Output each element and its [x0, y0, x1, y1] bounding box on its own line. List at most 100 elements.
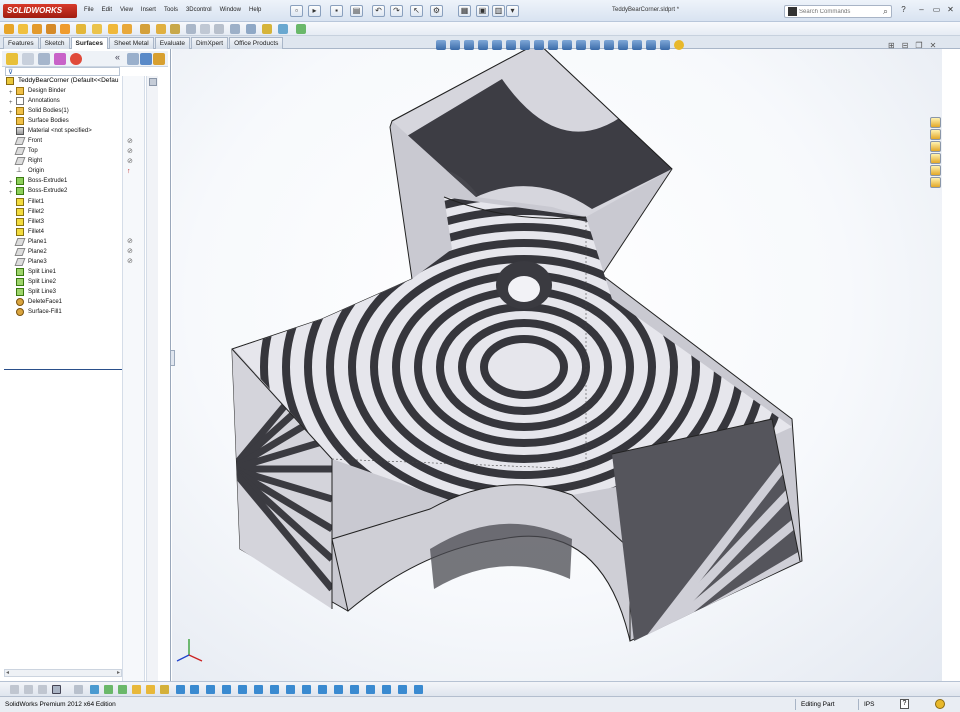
- open-button[interactable]: ▸: [308, 5, 321, 17]
- lighting-icon[interactable]: [632, 40, 642, 50]
- tree-item-fillet3[interactable]: Fillet3: [4, 217, 122, 227]
- thicken-icon[interactable]: [262, 24, 272, 34]
- zebra-stripes-icon[interactable]: [576, 40, 586, 50]
- feature-filter-field[interactable]: ⊽: [5, 67, 120, 76]
- tree-item-boss-extrude2[interactable]: + Boss-Extrude2: [4, 186, 122, 196]
- hidden-icon[interactable]: ⊘: [127, 158, 135, 166]
- menu-3dcontrol[interactable]: 3Dcontrol: [182, 5, 216, 18]
- tree-item-plane2[interactable]: Plane2: [4, 247, 122, 257]
- boundary-icon[interactable]: [60, 24, 70, 34]
- display-manager-tab[interactable]: [70, 53, 82, 65]
- tree-item-fillet1[interactable]: Fillet1: [4, 197, 122, 207]
- zebra-stripe-model[interactable]: [172, 49, 942, 681]
- select-button[interactable]: ↖: [410, 5, 423, 17]
- solidworks-resources-icon[interactable]: [930, 117, 941, 128]
- previous-view-icon[interactable]: [464, 40, 474, 50]
- selection-filter-axis-icon[interactable]: [160, 685, 169, 694]
- view-orientation-icon[interactable]: [492, 40, 502, 50]
- tree-item-top-plane[interactable]: Top: [4, 146, 122, 156]
- tab-sheet-metal[interactable]: Sheet Metal: [109, 37, 154, 49]
- selection-filter-dimension-icon[interactable]: [206, 685, 215, 694]
- hidden-icon[interactable]: ⊘: [127, 248, 135, 256]
- selection-filter-surface-icon[interactable]: [132, 685, 141, 694]
- ruled-surface-icon[interactable]: [122, 24, 132, 34]
- tree-root-part[interactable]: TeddyBearCorner (Default<<Defau: [4, 76, 122, 86]
- rebuild-button[interactable]: ⚙: [430, 5, 443, 17]
- realview-icon[interactable]: [646, 40, 656, 50]
- menu-help[interactable]: Help: [245, 5, 265, 18]
- file-properties-button[interactable]: ▦: [458, 5, 471, 17]
- hidden-icon[interactable]: ⊘: [127, 258, 135, 266]
- section-view-icon[interactable]: [478, 40, 488, 50]
- tab-evaluate[interactable]: Evaluate: [154, 37, 190, 49]
- hide-show-items-icon[interactable]: [520, 40, 530, 50]
- menu-file[interactable]: File: [80, 5, 98, 18]
- feature-tree-tab[interactable]: [6, 53, 18, 65]
- tree-item-surface-bodies[interactable]: Surface Bodies: [4, 116, 122, 126]
- measure-icon[interactable]: [38, 685, 47, 694]
- reference-geometry-icon[interactable]: [296, 24, 306, 34]
- undo-button[interactable]: ↶: [372, 5, 385, 17]
- custom-properties-icon[interactable]: [930, 177, 941, 188]
- offset-surface-icon[interactable]: [92, 24, 102, 34]
- graphics-area[interactable]: [172, 49, 942, 681]
- tree-item-split-line3[interactable]: Split Line3: [4, 287, 122, 297]
- dimxpert-manager-tab[interactable]: [54, 53, 66, 65]
- delete-face-icon[interactable]: [200, 24, 210, 34]
- tab-surfaces[interactable]: Surfaces: [70, 37, 108, 49]
- loft-icon[interactable]: [46, 24, 56, 34]
- tree-item-design-binder[interactable]: + Design Binder: [4, 86, 122, 96]
- minimize-button[interactable]: –: [916, 5, 927, 16]
- horizontal-scrollbar[interactable]: ◂ ▸: [4, 669, 122, 677]
- untrim-icon[interactable]: [186, 24, 196, 34]
- selection-filter-face-icon[interactable]: [118, 685, 127, 694]
- search-icon[interactable]: ⌕: [883, 6, 888, 17]
- selection-filter-mid-icon[interactable]: [414, 685, 423, 694]
- ambient-occlusion-icon[interactable]: [674, 40, 684, 50]
- help-cursor-icon[interactable]: [10, 685, 19, 694]
- print-button[interactable]: ▤: [350, 5, 363, 17]
- tree-item-boss-extrude1[interactable]: + Boss-Extrude1: [4, 176, 122, 186]
- scene-icon[interactable]: [153, 53, 165, 65]
- help-icon[interactable]: ?: [900, 699, 909, 709]
- select-tool-icon[interactable]: [74, 685, 83, 694]
- tab-office-products[interactable]: Office Products: [229, 37, 284, 49]
- menu-view[interactable]: View: [116, 5, 137, 18]
- viewport-restore-icon[interactable]: ❐: [915, 41, 922, 50]
- redo-button[interactable]: ↷: [390, 5, 403, 17]
- search-input[interactable]: [799, 7, 877, 17]
- extrude-icon[interactable]: [4, 24, 14, 34]
- selection-filter-edge-icon[interactable]: [104, 685, 113, 694]
- shadows-icon[interactable]: [660, 40, 670, 50]
- rebuild-status-icon[interactable]: [935, 699, 945, 709]
- tree-item-fillet2[interactable]: Fillet2: [4, 207, 122, 217]
- filter-icon[interactable]: [24, 685, 33, 694]
- apply-scene-icon[interactable]: [548, 40, 558, 50]
- viewport-split-icon[interactable]: ⊞: [888, 41, 895, 50]
- zoom-to-area-icon[interactable]: [450, 40, 460, 50]
- help-toolbar-button[interactable]: ▾: [506, 5, 519, 17]
- tree-item-material[interactable]: Material <not specified>: [4, 126, 122, 136]
- solidworks-logo[interactable]: SOLIDWORKS: [3, 4, 77, 18]
- new-document-button[interactable]: ▫: [290, 5, 303, 17]
- tree-item-surface-fill1[interactable]: Surface-Fill1: [4, 307, 122, 317]
- select-cursor-icon[interactable]: [52, 685, 61, 694]
- fill-surface-icon[interactable]: [108, 24, 118, 34]
- rollback-bar[interactable]: [4, 369, 122, 370]
- planar-surface-icon[interactable]: [76, 24, 86, 34]
- panel-splitter-handle[interactable]: [170, 350, 175, 366]
- revolve-icon[interactable]: [18, 24, 28, 34]
- customize-button[interactable]: ▥: [492, 5, 505, 17]
- curves-icon[interactable]: [278, 24, 288, 34]
- hidden-icon[interactable]: ⊘: [127, 238, 135, 246]
- tree-item-front-plane[interactable]: Front: [4, 136, 122, 146]
- selection-filter-surface-finish-icon[interactable]: [302, 685, 311, 694]
- feature-tree-scrollbar[interactable]: [146, 76, 158, 686]
- menu-tools[interactable]: Tools: [160, 5, 182, 18]
- selection-filter-block-icon[interactable]: [366, 685, 375, 694]
- selection-filter-weld-icon[interactable]: [286, 685, 295, 694]
- tab-features[interactable]: Features: [3, 37, 39, 49]
- selection-filter-note-icon[interactable]: [222, 685, 231, 694]
- tree-item-right-plane[interactable]: Right: [4, 156, 122, 166]
- chevron-left-icon[interactable]: «: [115, 52, 120, 62]
